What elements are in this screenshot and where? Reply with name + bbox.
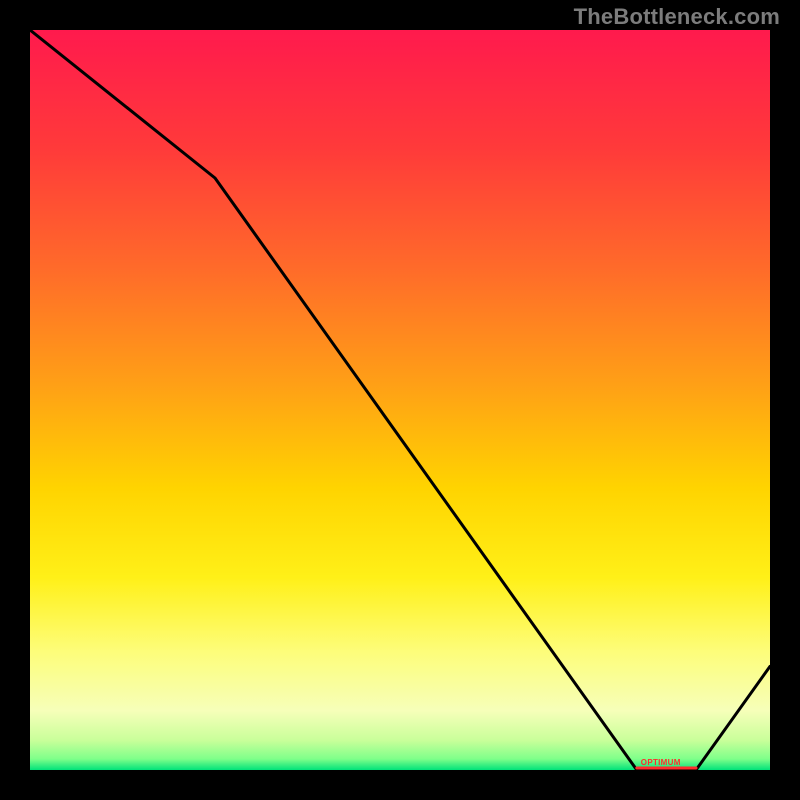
bottleneck-curve	[30, 30, 770, 770]
chart-container: TheBottleneck.com	[0, 0, 800, 800]
curve-layer	[30, 30, 770, 770]
optimal-label: OPTIMUM	[641, 758, 681, 767]
plot-area: OPTIMUM	[30, 30, 770, 770]
watermark-text: TheBottleneck.com	[574, 4, 780, 30]
